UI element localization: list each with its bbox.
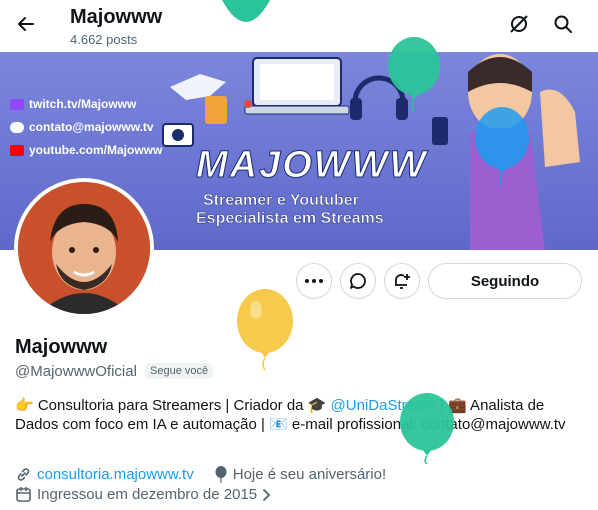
more-icon <box>305 279 323 283</box>
post-count: 4.662 posts <box>70 32 138 47</box>
hide-button[interactable] <box>507 12 531 36</box>
page-title: Majowww <box>70 6 163 28</box>
banner-subtitle-1: Streamer e Youtuber <box>203 192 359 209</box>
profile-name: Majowww <box>15 336 108 358</box>
top-bar: Majowww 4.662 posts <box>0 0 598 52</box>
following-button[interactable]: Seguindo <box>428 263 582 299</box>
back-arrow-icon <box>18 17 34 31</box>
hide-icon <box>510 15 528 33</box>
calendar-icon <box>16 487 31 502</box>
website-link[interactable]: consultoria.majowww.tv <box>37 466 194 483</box>
message-icon <box>350 273 366 289</box>
back-button[interactable] <box>12 10 40 38</box>
follows-you-badge: Segue você <box>145 363 214 379</box>
balloon-yellow <box>237 289 293 370</box>
profile-meta-row: consultoria.majowww.tv Hoje é seu aniver… <box>15 466 386 483</box>
more-button[interactable] <box>296 263 332 299</box>
balloon-green-top <box>222 0 270 22</box>
balloon-icon <box>215 466 227 483</box>
notifications-button[interactable] <box>384 263 420 299</box>
profile-handle: @MajowwwOficial <box>15 363 137 380</box>
balloon-green-bottom <box>400 393 454 464</box>
notify-icon <box>395 274 410 289</box>
joined-row: Ingressou em dezembro de 2015 <box>15 486 272 503</box>
joined-text: Ingressou em dezembro de 2015 <box>37 486 258 503</box>
search-button[interactable] <box>551 12 575 36</box>
birthday-text: Hoje é seu aniversário! <box>232 466 387 483</box>
avatar-image <box>18 182 150 314</box>
balloon-green <box>388 37 440 112</box>
balloon-blue <box>475 107 529 186</box>
avatar[interactable] <box>14 178 154 318</box>
profile-bio: 👉 Consultoria para Streamers | Criador d… <box>15 397 566 433</box>
link-icon <box>17 468 30 481</box>
message-button[interactable] <box>340 263 376 299</box>
avatar-portrait <box>18 182 150 314</box>
banner-title: MAJOWWW <box>195 144 428 187</box>
search-icon <box>554 15 572 33</box>
chevron-right-icon[interactable] <box>262 488 272 502</box>
banner-subtitle-2: Especialista em Streams <box>196 210 384 227</box>
